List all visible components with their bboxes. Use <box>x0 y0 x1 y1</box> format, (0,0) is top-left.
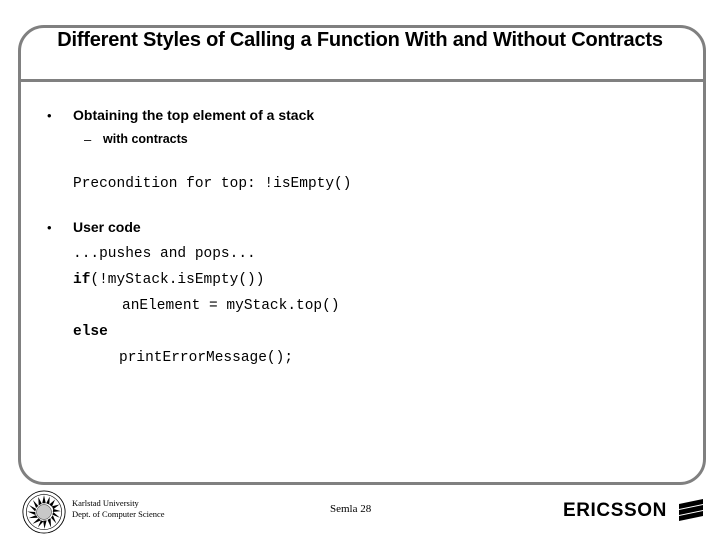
keyword-if: if <box>73 272 91 288</box>
university-name: Karlstad University <box>72 498 139 508</box>
keyword-else: else <box>73 324 108 340</box>
bullet-item-obtaining-top: • Obtaining the top element of a stack <box>0 105 720 129</box>
slide-title-block: Different Styles of Calling a Function W… <box>30 28 690 52</box>
bullet-label: Obtaining the top element of a stack <box>73 107 315 123</box>
code-if-condition: (!myStack.isEmpty()) <box>90 272 265 288</box>
bullet-item-user-code: • User code <box>0 217 720 241</box>
precondition-text: Precondition for top: !isEmpty() <box>73 176 352 192</box>
bullet-label: User code <box>73 219 141 235</box>
sub-bullet-item-with-contracts: – with contracts <box>0 129 720 151</box>
title-separator-rule <box>20 79 706 82</box>
university-credit: Karlstad University Dept. of Computer Sc… <box>72 498 165 520</box>
sub-bullet-label: with contracts <box>103 132 188 146</box>
code-line-pushes-pops: ...pushes and pops... <box>73 246 256 262</box>
bullet-dash-icon: – <box>84 132 92 147</box>
karlstad-university-seal-icon: · <box>22 490 66 534</box>
code-line-else: else <box>73 319 720 345</box>
bullet-dot-icon: • <box>47 220 52 235</box>
ericsson-logo: ERICSSON <box>563 498 706 524</box>
svg-text:·: · <box>43 491 44 495</box>
department-name: Dept. of Computer Science <box>72 509 165 519</box>
slide-content: • Obtaining the top element of a stack –… <box>0 105 720 371</box>
code-line-print-error: printErrorMessage(); <box>119 350 294 366</box>
slide-footer: · Karlstad University Dept. of Computer … <box>0 488 720 540</box>
bullet-dot-icon: • <box>47 108 52 123</box>
page-title: Different Styles of Calling a Function W… <box>57 29 663 51</box>
ericsson-bars-icon <box>679 499 703 521</box>
code-line-assignment: anElement = myStack.top() <box>122 298 340 314</box>
ericsson-wordmark: ERICSSON <box>562 500 667 521</box>
code-line-if: if(!myStack.isEmpty()) <box>73 267 720 293</box>
slide-number-label: Semla 28 <box>330 503 372 515</box>
